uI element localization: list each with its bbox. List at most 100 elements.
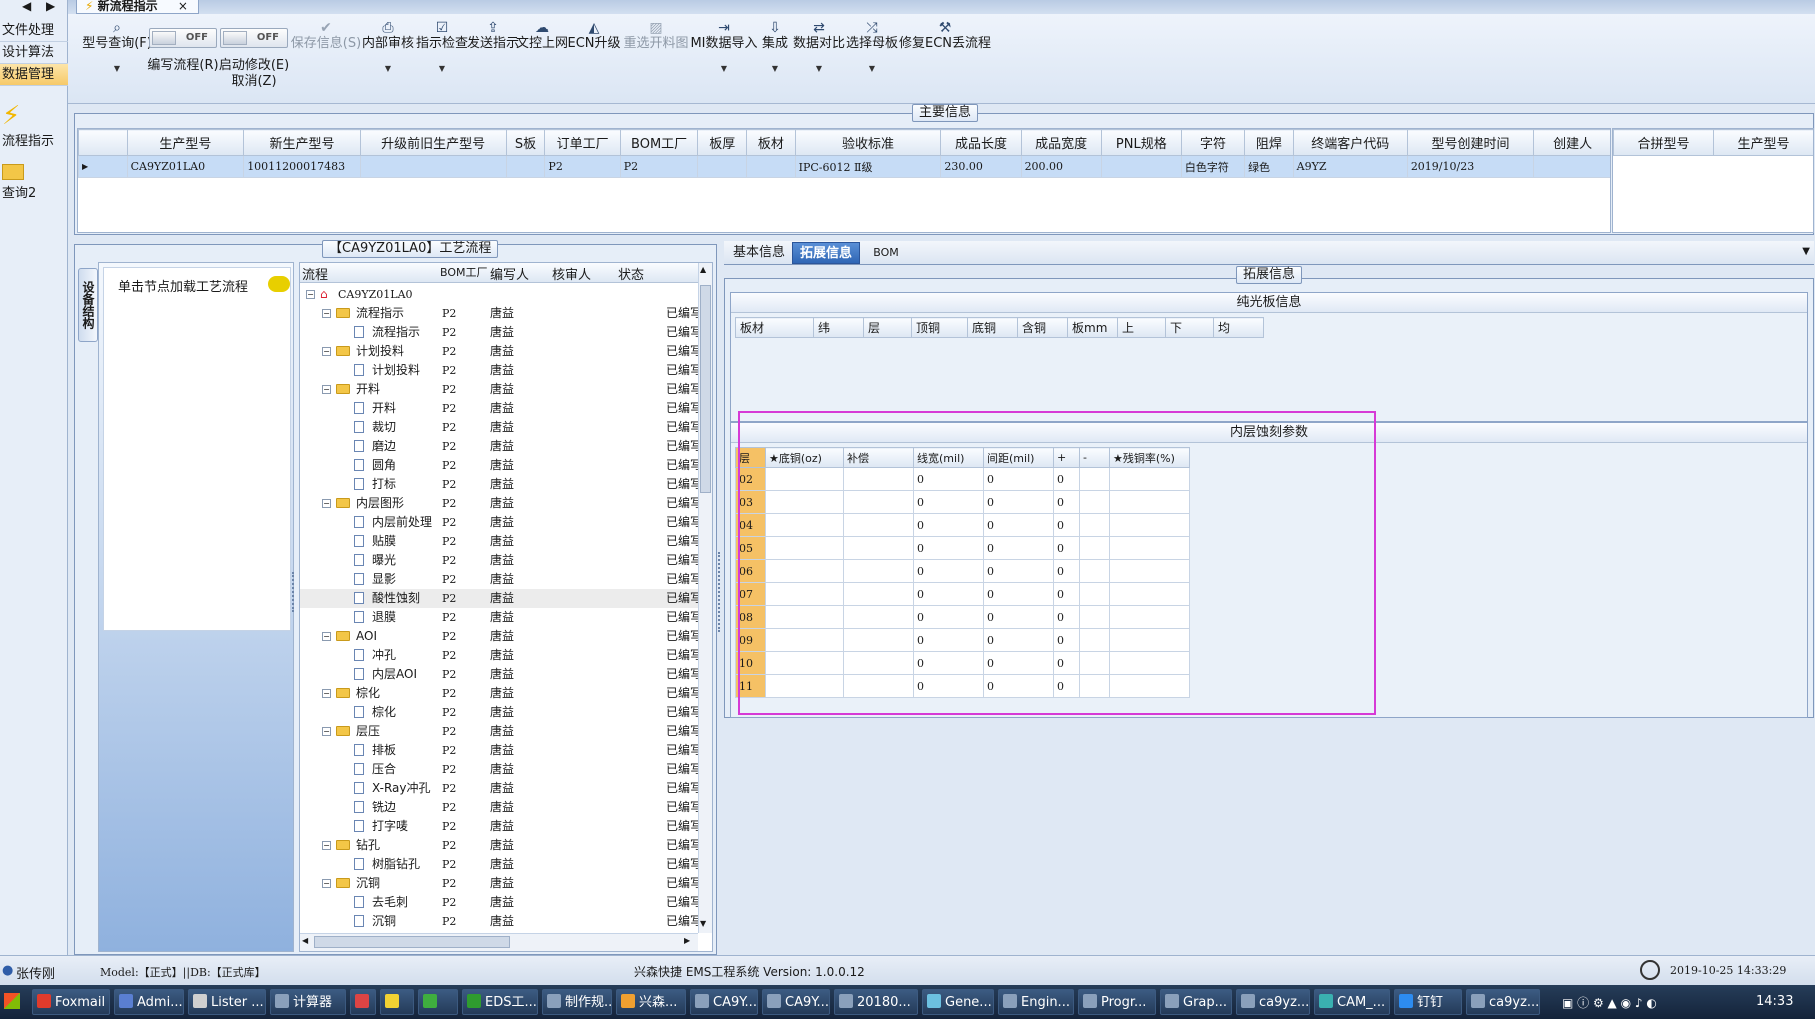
collapse-icon[interactable]: − bbox=[322, 879, 331, 888]
taskbar-item[interactable]: EDS工... bbox=[462, 989, 538, 1015]
tree-node[interactable]: 棕化 P2 唐益 已编写 bbox=[300, 703, 698, 722]
tree-node[interactable]: 打字唛 P2 唐益 已编写 bbox=[300, 817, 698, 836]
main-col-header[interactable]: S板 bbox=[505, 129, 546, 156]
forward-arrow-icon[interactable]: ▶ bbox=[46, 0, 55, 12]
collapse-icon[interactable]: − bbox=[322, 689, 331, 698]
taskbar-item[interactable]: Engin... bbox=[998, 989, 1074, 1015]
tree-node[interactable]: 沉铜 P2 唐益 已编写 bbox=[300, 912, 698, 931]
main-cell[interactable]: 200.00 bbox=[1020, 155, 1102, 178]
tab-1[interactable]: 拓展信息 bbox=[792, 242, 860, 264]
toolbar-button-3[interactable]: ✔ 保存信息(S) bbox=[288, 20, 364, 52]
toolbar-button-9[interactable]: ▨ 重选开料图 bbox=[618, 20, 694, 52]
tree-col-header[interactable]: 编写人 bbox=[490, 264, 529, 283]
tree-col-header[interactable]: BOM工厂 bbox=[440, 264, 488, 280]
chevron-down-icon[interactable]: ▼ bbox=[82, 64, 152, 73]
toolbar-button-5[interactable]: ☑ 指示检查 ▼ bbox=[412, 20, 472, 73]
tree-node[interactable]: 开料 P2 唐益 已编写 bbox=[300, 399, 698, 418]
tree-node[interactable]: 退膜 P2 唐益 已编写 bbox=[300, 608, 698, 627]
tree-col-header[interactable]: 状态 bbox=[618, 264, 644, 283]
nav-item-0[interactable]: 文件处理 bbox=[0, 20, 68, 42]
tree-node[interactable]: − 钻孔 P2 唐益 已编写 bbox=[300, 836, 698, 855]
tree-node[interactable]: − 计划投料 P2 唐益 已编写 bbox=[300, 342, 698, 361]
toolbar-button-6[interactable]: ⇪ 发送指示 bbox=[466, 20, 520, 52]
light-col-header[interactable]: 层 bbox=[863, 317, 912, 338]
collapse-icon[interactable]: − bbox=[322, 385, 331, 394]
tree-node[interactable]: 圆角 P2 唐益 已编写 bbox=[300, 456, 698, 475]
tree-node[interactable]: X-Ray冲孔 P2 唐益 已编写 bbox=[300, 779, 698, 798]
taskbar-item[interactable]: CA9Y... bbox=[690, 989, 758, 1015]
taskbar-item[interactable]: ca9yz... bbox=[1236, 989, 1310, 1015]
chevron-down-icon[interactable]: ▼ bbox=[688, 64, 760, 73]
tree-vertical-scrollbar[interactable]: ▲ ▼ bbox=[698, 263, 712, 933]
light-col-header[interactable]: 板mm bbox=[1067, 317, 1118, 338]
tree-node[interactable]: 磨边 P2 唐益 已编写 bbox=[300, 437, 698, 456]
tree-node[interactable]: 压合 P2 唐益 已编写 bbox=[300, 760, 698, 779]
splitter-handle[interactable] bbox=[292, 572, 298, 612]
taskbar-item[interactable]: Lister ... bbox=[188, 989, 266, 1015]
light-col-header[interactable]: 底铜 bbox=[967, 317, 1018, 338]
tree-col-header[interactable]: 核审人 bbox=[552, 264, 591, 283]
main-cell[interactable]: IPC-6012 Ⅱ级 bbox=[794, 155, 942, 178]
tree-node[interactable]: 流程指示 P2 唐益 已编写 bbox=[300, 323, 698, 342]
light-col-header[interactable]: 含铜 bbox=[1017, 317, 1068, 338]
toolbar-button-13[interactable]: ⤮ 选择母板 ▼ bbox=[842, 20, 902, 73]
merge-col-header[interactable]: 生产型号 bbox=[1713, 129, 1813, 156]
main-col-header[interactable]: 验收标准 bbox=[794, 129, 942, 156]
tree-node[interactable]: − 开料 P2 唐益 已编写 bbox=[300, 380, 698, 399]
tree-node[interactable]: 打标 P2 唐益 已编写 bbox=[300, 475, 698, 494]
tree-node[interactable]: 铣边 P2 唐益 已编写 bbox=[300, 798, 698, 817]
tree-node[interactable]: 去毛刺 P2 唐益 已编写 bbox=[300, 893, 698, 912]
tree-node[interactable]: 树脂钻孔 P2 唐益 已编写 bbox=[300, 855, 698, 874]
main-cell[interactable] bbox=[359, 155, 507, 178]
nav-item-2[interactable]: 数据管理 bbox=[0, 64, 68, 86]
tree-node[interactable]: − 内层图形 P2 唐益 已编写 bbox=[300, 494, 698, 513]
nav-flow-instruction[interactable]: ⚡ 流程指示 bbox=[0, 102, 68, 149]
toolbar-button-4[interactable]: ⎙ 内部审核 ▼ bbox=[358, 20, 418, 73]
tree-node[interactable]: − 棕化 P2 唐益 已编写 bbox=[300, 684, 698, 703]
main-cell[interactable] bbox=[505, 155, 546, 178]
main-col-header[interactable]: 字符 bbox=[1180, 129, 1246, 156]
light-col-header[interactable]: 下 bbox=[1165, 317, 1214, 338]
taskbar-clock[interactable]: 14:33 bbox=[1756, 994, 1793, 1009]
tree-node[interactable]: − 沉铜 P2 唐益 已编写 bbox=[300, 874, 698, 893]
taskbar-item[interactable]: 兴森... bbox=[616, 989, 686, 1015]
tree-node[interactable]: 曝光 P2 唐益 已编写 bbox=[300, 551, 698, 570]
tree-root-node[interactable]: − ⌂ CA9YZ01LA0 bbox=[300, 285, 698, 304]
main-cell[interactable]: CA9YZ01LA0 bbox=[126, 155, 245, 178]
tree-scroll-thumb[interactable] bbox=[700, 285, 711, 493]
collapse-icon[interactable]: − bbox=[322, 632, 331, 641]
taskbar-item[interactable]: 制作规... bbox=[542, 989, 612, 1015]
main-col-header[interactable]: 型号创建时间 bbox=[1406, 129, 1535, 156]
taskbar-item[interactable] bbox=[350, 989, 376, 1015]
collapse-icon[interactable]: − bbox=[322, 499, 331, 508]
light-col-header[interactable]: 均 bbox=[1213, 317, 1264, 338]
taskbar-item[interactable]: 钉钉 bbox=[1394, 989, 1462, 1015]
back-arrow-icon[interactable]: ◀ bbox=[22, 0, 31, 12]
main-col-header[interactable]: 板厚 bbox=[697, 129, 748, 156]
main-col-header[interactable]: 升级前旧生产型号 bbox=[359, 129, 507, 156]
toggle-label2-2[interactable]: 取消(Z) bbox=[214, 70, 294, 89]
document-tab-new-flow[interactable]: ⚡ 新流程指示 × bbox=[76, 0, 199, 14]
light-col-header[interactable]: 板材 bbox=[735, 317, 814, 338]
main-col-header[interactable]: 板材 bbox=[746, 129, 796, 156]
taskbar-item[interactable]: Progr... bbox=[1078, 989, 1156, 1015]
table-row[interactable]: ▶ CA9YZ01LA0 10011200017483 P2 P2 IPC-6012 Ⅱ级… bbox=[78, 155, 1610, 178]
tree-node[interactable]: 显影 P2 唐益 已编写 bbox=[300, 570, 698, 589]
light-col-header[interactable]: 顶铜 bbox=[911, 317, 968, 338]
main-col-header[interactable]: 订单工厂 bbox=[544, 129, 621, 156]
main-cell[interactable]: P2 bbox=[619, 155, 699, 178]
collapse-icon[interactable]: − bbox=[322, 309, 331, 318]
close-icon[interactable]: × bbox=[178, 0, 188, 13]
main-col-header[interactable]: 成品长度 bbox=[940, 129, 1022, 156]
collapse-icon[interactable]: − bbox=[322, 841, 331, 850]
main-col-header[interactable]: 新生产型号 bbox=[243, 129, 361, 156]
toolbar-button-7[interactable]: ☁ 文控上网 bbox=[514, 20, 570, 52]
taskbar-item[interactable]: CA9Y... bbox=[762, 989, 830, 1015]
taskbar-item[interactable]: CAM_... bbox=[1314, 989, 1390, 1015]
main-cell[interactable] bbox=[697, 155, 748, 178]
taskbar-item[interactable]: 计算器 bbox=[270, 989, 346, 1015]
main-col-header[interactable]: PNL规格 bbox=[1100, 129, 1182, 156]
main-cell[interactable]: 10011200017483 bbox=[243, 155, 361, 178]
main-col-header[interactable]: 创建人 bbox=[1533, 129, 1610, 156]
tree-hscroll-thumb[interactable] bbox=[314, 936, 510, 948]
